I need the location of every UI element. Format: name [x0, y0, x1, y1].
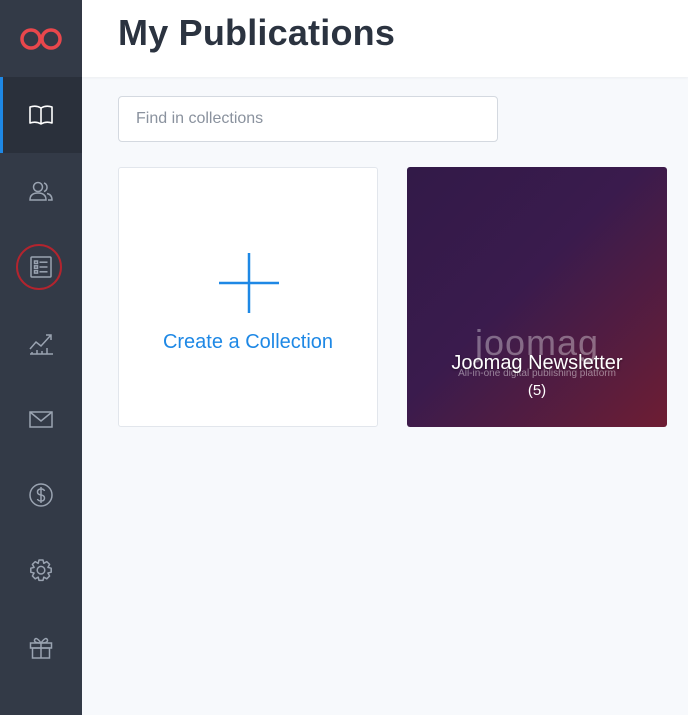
- create-collection-card[interactable]: Create a Collection: [118, 167, 378, 427]
- sidebar-item-sales[interactable]: [0, 457, 82, 533]
- collection-card[interactable]: joomag All-in-one digital publishing pla…: [407, 167, 667, 427]
- gear-icon: [30, 559, 52, 582]
- gift-icon: [29, 637, 53, 659]
- chart-icon: [29, 334, 53, 355]
- sidebar-item-settings[interactable]: [0, 533, 82, 609]
- highlight-ring: [16, 244, 62, 290]
- mail-icon: [29, 411, 53, 428]
- create-collection-label: Create a Collection: [162, 331, 334, 353]
- sidebar-item-gift[interactable]: [0, 609, 82, 685]
- infinity-logo-icon: [20, 27, 62, 50]
- sidebar-item-publications[interactable]: [0, 77, 82, 153]
- collection-count: (5): [527, 382, 547, 399]
- book-icon: [29, 105, 53, 125]
- app-logo[interactable]: [0, 0, 82, 77]
- collection-title: Joomag Newsletter: [451, 352, 623, 374]
- sidebar-item-email[interactable]: [0, 381, 82, 457]
- page-header: My Publications: [82, 0, 688, 77]
- sidebar-item-subscribers[interactable]: [0, 153, 82, 229]
- sidebar-item-analytics[interactable]: [0, 305, 82, 381]
- search-input[interactable]: [118, 96, 498, 142]
- plus-icon: [219, 253, 279, 313]
- sidebar: [0, 0, 82, 715]
- users-icon: [29, 181, 53, 201]
- dollar-icon: [29, 483, 53, 507]
- page-title: My Publications: [118, 12, 396, 53]
